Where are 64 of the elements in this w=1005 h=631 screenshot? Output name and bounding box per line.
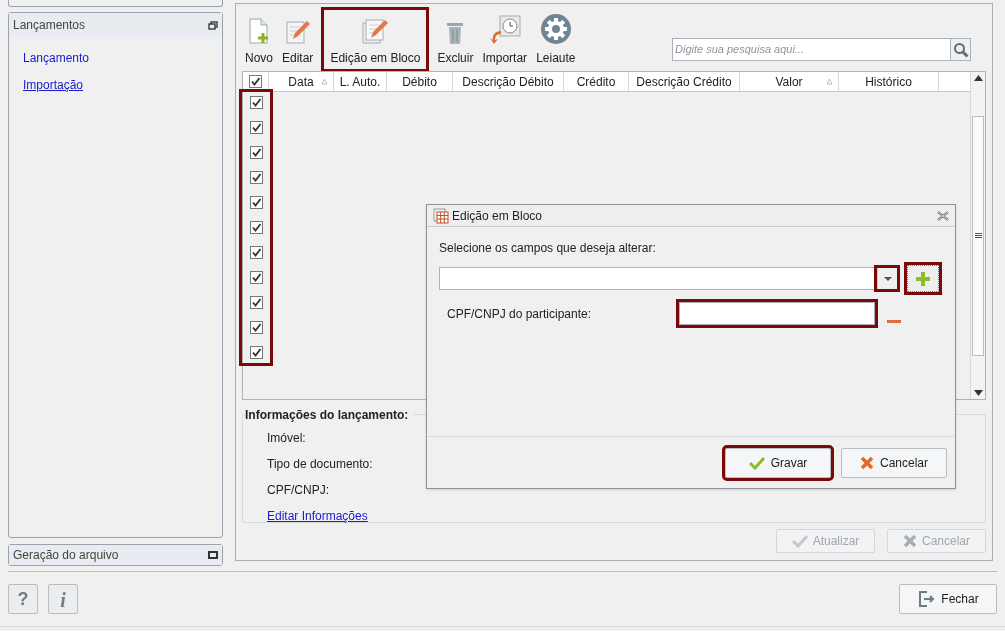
column-header[interactable]: Descrição Débito	[453, 72, 564, 91]
grip-icon[interactable]	[974, 233, 982, 238]
column-header[interactable]: Débito	[387, 72, 453, 91]
exit-door-icon	[917, 590, 936, 608]
field-dropdown[interactable]	[439, 267, 898, 290]
column-header[interactable]: Valor	[740, 72, 839, 91]
checkbox[interactable]	[249, 221, 263, 234]
field-label: CPF/CNPJ do participante:	[447, 305, 593, 323]
checkbox[interactable]	[249, 296, 263, 309]
prompt-text: Selecione os campos que deseja alterar:	[439, 240, 656, 257]
checkbox[interactable]	[249, 96, 263, 109]
plus-icon	[916, 271, 930, 286]
checkbox[interactable]	[249, 146, 263, 159]
edit-link[interactable]: Editar Informações	[267, 507, 368, 525]
field-label: CPF/CNPJ:	[267, 482, 329, 499]
checkbox[interactable]	[249, 171, 263, 184]
checkbox[interactable]	[249, 346, 263, 359]
checkbox[interactable]	[249, 121, 263, 134]
input-field[interactable]	[679, 302, 875, 325]
close-icon	[903, 534, 917, 548]
maximize-icon[interactable]	[208, 551, 218, 559]
scroll-up-icon[interactable]	[973, 75, 983, 81]
column-header[interactable]: L. Auto.	[334, 72, 387, 91]
column-header[interactable]: Descrição Crédito	[629, 72, 740, 91]
checkbox[interactable]	[249, 75, 262, 88]
field-label: Imóvel:	[267, 430, 306, 447]
info-button[interactable]: i	[48, 584, 78, 614]
dialog-button[interactable]: Cancelar	[841, 447, 947, 478]
close-icon[interactable]	[937, 210, 949, 221]
checkbox[interactable]	[249, 271, 263, 284]
scroll-down-icon[interactable]	[973, 390, 983, 396]
column-header[interactable]: Data	[269, 72, 334, 91]
scrollbar[interactable]	[970, 72, 985, 399]
dialog-button[interactable]: Gravar	[725, 447, 831, 478]
toolbar-button[interactable]: Leiaute	[533, 13, 579, 69]
checkmark-icon	[791, 534, 808, 548]
sidebar-link[interactable]: Importação	[23, 76, 84, 94]
help-button[interactable]: ?	[8, 584, 38, 614]
caret-icon	[883, 276, 892, 281]
panel-title: Lançamentos	[13, 17, 86, 34]
clock-arrow-icon	[487, 15, 522, 45]
restore-icon[interactable]	[208, 20, 218, 30]
toolbar-button[interactable]: Novo	[242, 17, 276, 69]
toolbar-button[interactable]: Importar	[479, 15, 531, 69]
add-button[interactable]	[907, 265, 939, 292]
new-document-icon	[247, 17, 271, 45]
sidebar-link[interactable]: Lançamento	[23, 49, 90, 67]
column-header[interactable]: Crédito	[564, 72, 629, 91]
minus-icon[interactable]	[887, 319, 901, 324]
checkbox[interactable]	[249, 196, 263, 209]
checkbox[interactable]	[249, 321, 263, 334]
checkbox[interactable]	[249, 246, 263, 259]
toolbar-button[interactable]: Excluir	[434, 19, 477, 69]
field-label: Tipo de documento:	[267, 456, 373, 473]
toolbar-button[interactable]: Editar	[279, 17, 317, 69]
dialog-title: Edição em Bloco	[452, 207, 543, 225]
column-header[interactable]: Histórico	[839, 72, 939, 91]
search-field[interactable]: Digite sua pesquisa aqui...	[672, 38, 951, 61]
close-button[interactable]: Fechar	[899, 584, 997, 614]
toolbar-button[interactable]: Edição em Bloco	[324, 10, 427, 69]
gear-icon	[539, 13, 572, 45]
panel-title: Geração do arquivo	[13, 547, 119, 564]
close-icon	[860, 455, 874, 470]
checkmark-icon	[748, 455, 765, 470]
